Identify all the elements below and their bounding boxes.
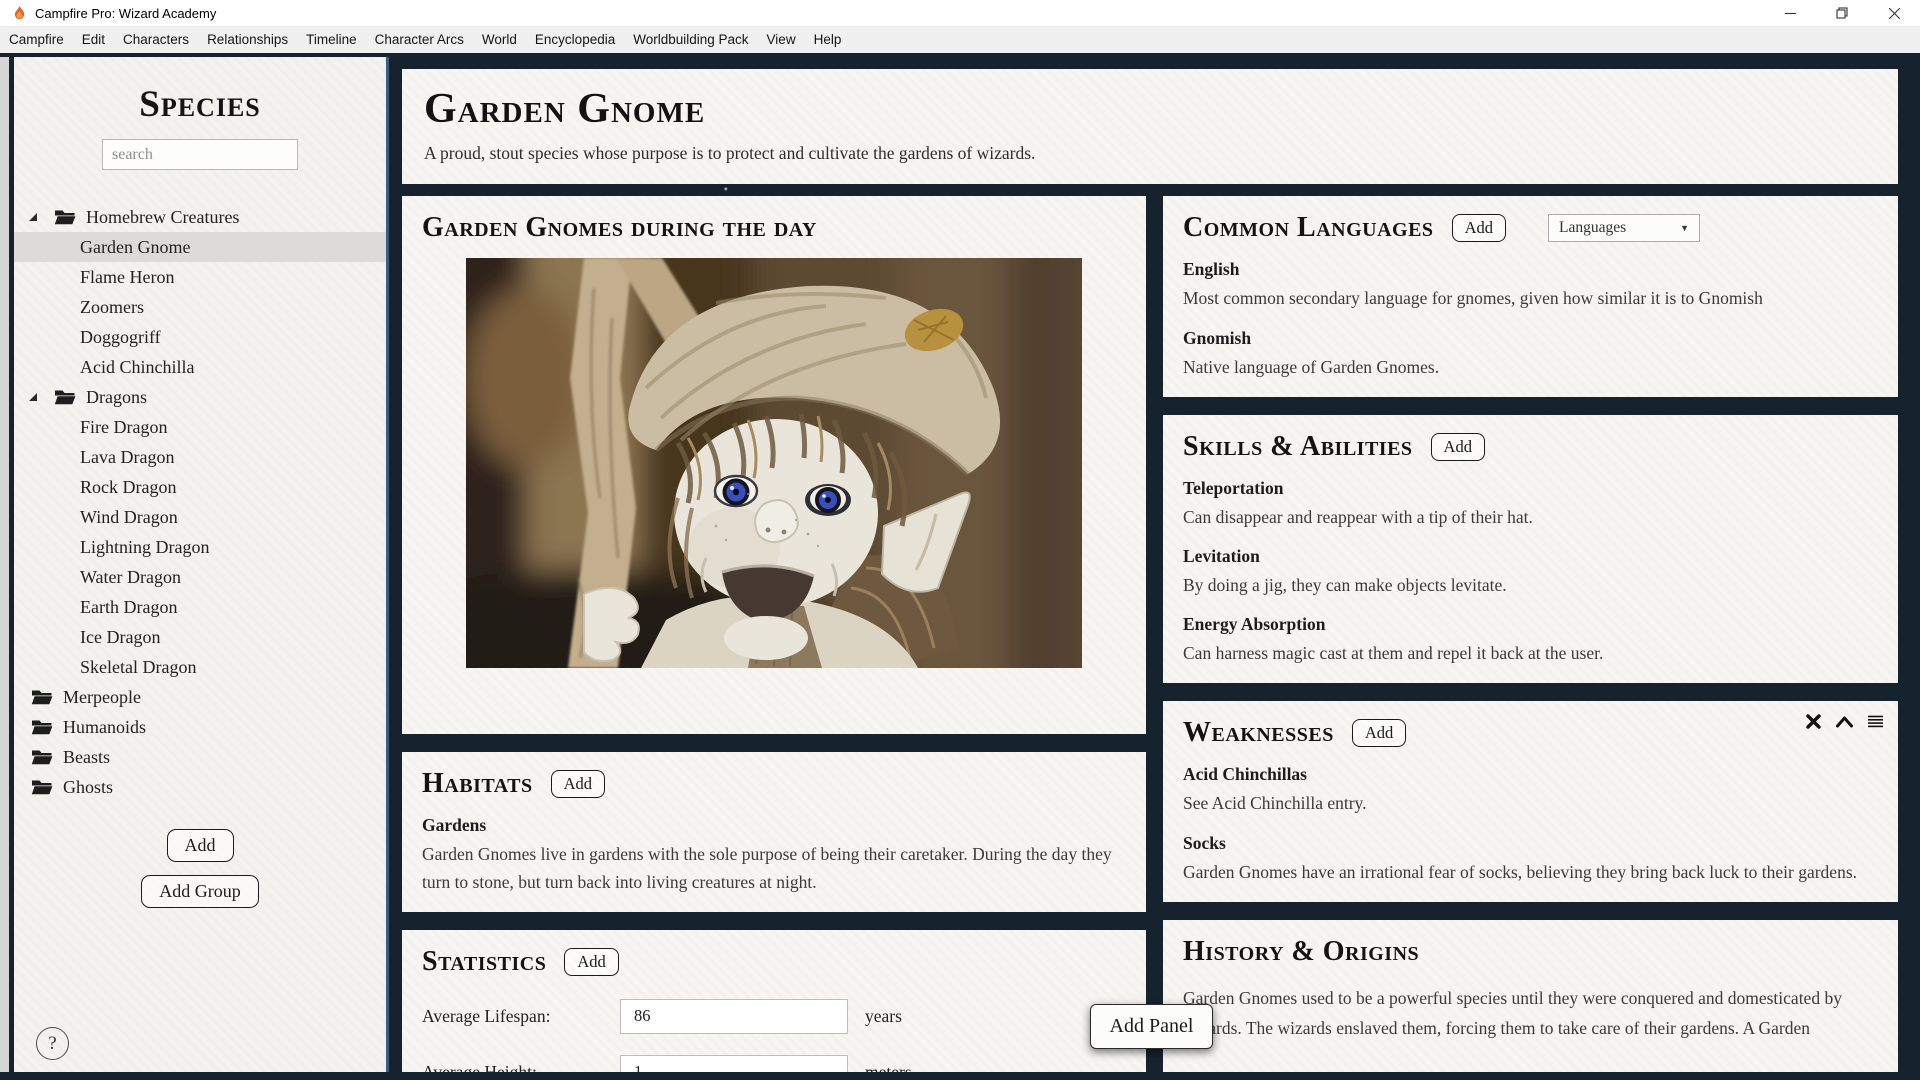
statistics-title: Statistics xyxy=(422,946,546,978)
menu-edit[interactable]: Edit xyxy=(73,27,114,53)
tree-group-beasts[interactable]: Beasts xyxy=(14,742,386,772)
tree-item-lightning-dragon[interactable]: Lightning Dragon xyxy=(14,532,386,562)
menu-encyclopedia[interactable]: Encyclopedia xyxy=(526,27,624,53)
menu-view[interactable]: View xyxy=(758,27,805,53)
tree-item-lava-dragon[interactable]: Lava Dragon xyxy=(14,442,386,472)
page-subtitle: A proud, stout species whose purpose is … xyxy=(424,143,1876,164)
collapse-panel-icon[interactable] xyxy=(1836,716,1853,728)
content-area: Species Homebrew Creatures Garden Gnome … xyxy=(0,53,1920,1080)
minimize-button[interactable] xyxy=(1764,0,1816,26)
languages-title: Common Languages xyxy=(1183,212,1434,244)
skills-add-button[interactable]: Add xyxy=(1431,433,1485,461)
skill-entry: Levitation By doing a jig, they can make… xyxy=(1183,546,1878,599)
help-button[interactable]: ? xyxy=(36,1027,69,1060)
drag-handle-icon[interactable] xyxy=(1868,715,1883,728)
folder-icon xyxy=(54,389,76,405)
window-titlebar: Campfire Pro: Wizard Academy xyxy=(0,0,1920,27)
tree-group-homebrew-creatures[interactable]: Homebrew Creatures xyxy=(14,202,386,232)
tree-item-garden-gnome[interactable]: Garden Gnome xyxy=(14,232,386,262)
weaknesses-title: Weaknesses xyxy=(1183,717,1334,749)
tree-item-fire-dragon[interactable]: Fire Dragon xyxy=(14,412,386,442)
menu-worldbuilding-pack[interactable]: Worldbuilding Pack xyxy=(624,27,757,53)
species-tree: Homebrew Creatures Garden Gnome Flame He… xyxy=(14,202,386,802)
history-panel: History & Origins Garden Gnomes used to … xyxy=(1163,920,1898,1072)
folder-icon xyxy=(31,689,53,705)
tree-item-water-dragon[interactable]: Water Dragon xyxy=(14,562,386,592)
history-text: Garden Gnomes used to be a powerful spec… xyxy=(1183,984,1878,1044)
skill-entry: Energy Absorption Can harness magic cast… xyxy=(1183,614,1878,667)
tree-item-acid-chinchilla[interactable]: Acid Chinchilla xyxy=(14,352,386,382)
weakness-entry: Acid Chinchillas See Acid Chinchilla ent… xyxy=(1183,764,1878,817)
window-title: Campfire Pro: Wizard Academy xyxy=(35,6,216,21)
habitats-add-button[interactable]: Add xyxy=(551,770,605,798)
chevron-down-icon: ▼ xyxy=(1680,223,1689,233)
habitat-entry: Gardens Garden Gnomes live in gardens wi… xyxy=(422,815,1126,895)
language-entry: Gnomish Native language of Garden Gnomes… xyxy=(1183,328,1878,381)
skills-title: Skills & Abilities xyxy=(1183,431,1413,463)
skills-panel: Skills & Abilities Add Teleportation Can… xyxy=(1163,415,1898,684)
tree-item-rock-dragon[interactable]: Rock Dragon xyxy=(14,472,386,502)
stat-row-height: Average Height: meters xyxy=(422,1055,1126,1072)
add-panel-button[interactable]: Add Panel xyxy=(1090,1004,1213,1049)
stat-row-lifespan: Average Lifespan: years xyxy=(422,999,1126,1034)
tree-group-humanoids[interactable]: Humanoids xyxy=(14,712,386,742)
tree-group-merpeople[interactable]: Merpeople xyxy=(14,682,386,712)
sidebar-title: Species xyxy=(14,83,386,126)
search-input[interactable] xyxy=(102,139,298,170)
languages-panel: Common Languages Add Languages ▼ English… xyxy=(1163,196,1898,396)
tree-item-wind-dragon[interactable]: Wind Dragon xyxy=(14,502,386,532)
main-area: Garden Gnome A proud, stout species whos… xyxy=(386,57,1920,1072)
menu-timeline[interactable]: Timeline xyxy=(297,27,366,53)
page-title: Garden Gnome xyxy=(424,86,1876,132)
language-entry: English Most common secondary language f… xyxy=(1183,259,1878,312)
weaknesses-panel: Weaknesses Add Acid Chinchillas See Acid… xyxy=(1163,701,1898,901)
menu-world[interactable]: World xyxy=(473,27,526,53)
tree-item-doggogriff[interactable]: Doggogriff xyxy=(14,322,386,352)
history-title: History & Origins xyxy=(1183,936,1419,968)
statistics-add-button[interactable]: Add xyxy=(564,948,618,976)
close-button[interactable] xyxy=(1868,0,1920,26)
folder-icon xyxy=(54,209,76,225)
habitats-panel: Habitats Add Gardens Garden Gnomes live … xyxy=(402,752,1146,911)
tree-group-ghosts[interactable]: Ghosts xyxy=(14,772,386,802)
garden-gnome-photo xyxy=(466,258,1082,668)
tree-item-flame-heron[interactable]: Flame Heron xyxy=(14,262,386,292)
habitats-title: Habitats xyxy=(422,768,533,800)
folder-icon xyxy=(31,719,53,735)
average-height-input[interactable] xyxy=(620,1055,848,1072)
weakness-entry: Socks Garden Gnomes have an irrational f… xyxy=(1183,833,1878,886)
menu-relationships[interactable]: Relationships xyxy=(198,27,297,53)
tree-group-dragons[interactable]: Dragons xyxy=(14,382,386,412)
languages-add-button[interactable]: Add xyxy=(1452,214,1506,242)
species-sidebar: Species Homebrew Creatures Garden Gnome … xyxy=(14,57,386,1072)
tree-item-zoomers[interactable]: Zoomers xyxy=(14,292,386,322)
tree-item-ice-dragon[interactable]: Ice Dragon xyxy=(14,622,386,652)
tree-item-skeletal-dragon[interactable]: Skeletal Dragon xyxy=(14,652,386,682)
menu-bar: Campfire Edit Characters Relationships T… xyxy=(0,27,1920,53)
window-edge-strip xyxy=(0,57,9,1072)
image-panel-title: Garden Gnomes during the day xyxy=(422,212,817,244)
add-species-button[interactable]: Add xyxy=(167,829,234,862)
weaknesses-add-button[interactable]: Add xyxy=(1352,719,1406,747)
image-panel: Garden Gnomes during the day xyxy=(402,196,1146,734)
average-lifespan-input[interactable] xyxy=(620,999,848,1034)
folder-icon xyxy=(31,749,53,765)
species-header-panel: Garden Gnome A proud, stout species whos… xyxy=(402,69,1898,184)
delete-panel-icon[interactable] xyxy=(1806,714,1821,729)
expand-arrow-icon[interactable] xyxy=(29,213,37,221)
languages-dropdown[interactable]: Languages ▼ xyxy=(1548,214,1700,242)
menu-characters[interactable]: Characters xyxy=(114,27,198,53)
campfire-flame-icon xyxy=(12,5,27,21)
restore-button[interactable] xyxy=(1816,0,1868,26)
add-group-button[interactable]: Add Group xyxy=(141,875,259,908)
menu-campfire[interactable]: Campfire xyxy=(0,27,73,53)
tree-item-earth-dragon[interactable]: Earth Dragon xyxy=(14,592,386,622)
skill-entry: Teleportation Can disappear and reappear… xyxy=(1183,478,1878,531)
menu-help[interactable]: Help xyxy=(805,27,851,53)
statistics-panel: Statistics Add Average Lifespan: years A… xyxy=(402,930,1146,1072)
menu-character-arcs[interactable]: Character Arcs xyxy=(366,27,473,53)
expand-arrow-icon[interactable] xyxy=(29,393,37,401)
folder-icon xyxy=(31,779,53,795)
